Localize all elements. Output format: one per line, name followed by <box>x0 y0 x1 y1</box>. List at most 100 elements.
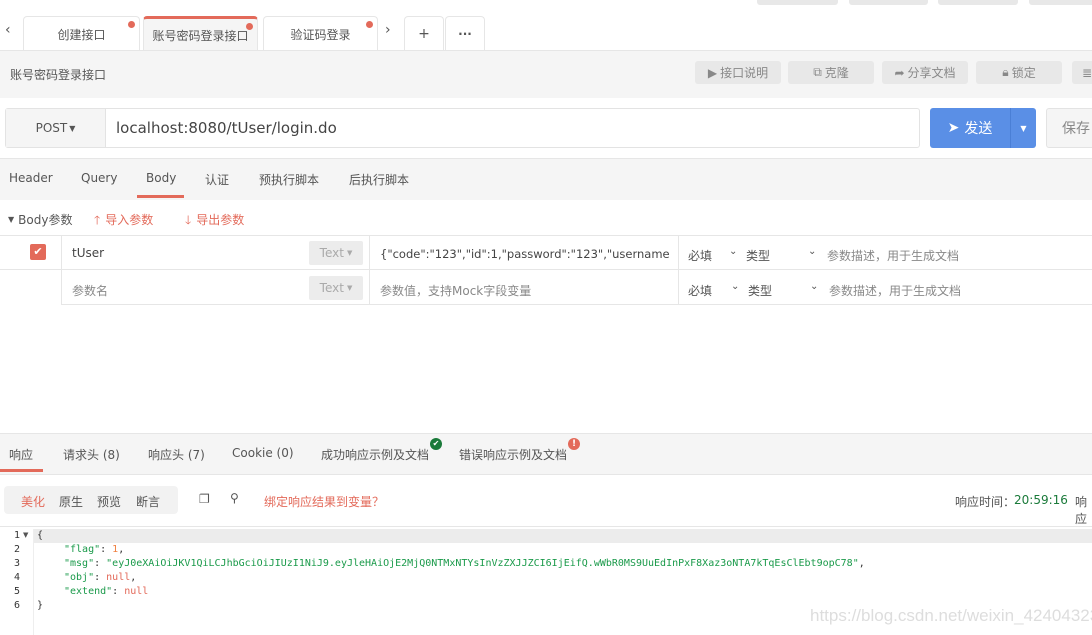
copy-icon[interactable]: ❐ <box>199 492 210 506</box>
button-label: 克隆 <box>824 66 849 80</box>
tab-create-api[interactable]: 创建接口 <box>23 16 140 51</box>
method-select[interactable]: POST ▼ <box>6 109 106 147</box>
tab-body[interactable]: Body <box>146 171 176 185</box>
top-button[interactable] <box>1029 0 1092 5</box>
tab-cookie[interactable]: Cookie (0) <box>232 446 294 460</box>
required-select[interactable]: 必填 <box>688 282 712 299</box>
tab-success-example[interactable]: 成功响应示例及文档 <box>321 446 429 463</box>
param-name[interactable]: tUser <box>72 246 104 260</box>
arrow-up-icon: 🡑 <box>94 213 101 227</box>
watermark: https://blog.csdn.net/weixin_42404323 <box>810 606 1092 625</box>
tab-header[interactable]: Header <box>9 171 53 185</box>
caret-down-icon: ▼ <box>69 123 76 133</box>
button-label: 导出参数 <box>196 213 245 227</box>
line-number: 6 <box>14 600 21 611</box>
chevron-down-icon: ⌄ <box>729 246 738 257</box>
param-value[interactable]: {"code":"123","id":1,"password":"123","u… <box>380 247 670 261</box>
active-tab-indicator <box>137 195 184 198</box>
caret-right-icon: ▶ <box>707 65 718 80</box>
datatype-select[interactable]: 类型 <box>746 247 770 264</box>
caret-down-icon: ▼ <box>1020 123 1027 133</box>
lock-icon: 🔒︎ <box>1002 65 1009 79</box>
paper-plane-icon: ➤ <box>947 120 960 136</box>
param-type-select[interactable]: Text ▼ <box>309 241 363 265</box>
json-line: { <box>37 530 44 541</box>
import-params-button[interactable]: 🡑 导入参数 <box>94 211 153 232</box>
tab-error-example[interactable]: 错误响应示例及文档 <box>459 446 567 463</box>
add-tab-button[interactable]: + <box>404 16 444 51</box>
tab-query[interactable]: Query <box>81 171 117 185</box>
line-number: 5 <box>14 586 21 597</box>
required-select[interactable]: 必填 <box>688 247 712 264</box>
tab-password-login[interactable]: 账号密码登录接口 <box>143 16 258 51</box>
chevron-down-icon: ⌄ <box>808 246 817 257</box>
param-type-select[interactable]: Text ▼ <box>309 276 363 300</box>
tab-prev-button[interactable]: ‹ <box>5 22 11 38</box>
datatype-select[interactable]: 类型 <box>748 282 772 299</box>
tab-response[interactable]: 响应 <box>9 446 33 463</box>
clone-button[interactable]: ⧉ 克隆 <box>788 61 874 84</box>
tab-captcha-login[interactable]: 验证码登录 <box>263 16 378 51</box>
send-options-dropdown[interactable]: ▼ <box>1010 108 1036 148</box>
type-label: Text <box>319 281 344 295</box>
tab-post-script[interactable]: 后执行脚本 <box>349 171 409 188</box>
param-description[interactable]: 参数描述，用于生成文档 <box>827 247 959 264</box>
view-assert[interactable]: 断言 <box>136 493 160 510</box>
send-button[interactable]: ➤ 发送 <box>930 108 1010 148</box>
tab-label: 账号密码登录接口 <box>152 28 249 43</box>
export-params-button[interactable]: 🡓 导出参数 <box>185 211 244 232</box>
share-doc-button[interactable]: ➦ 分享文档 <box>882 61 968 84</box>
tab-next-button[interactable]: › <box>385 22 391 38</box>
search-icon[interactable]: ⚲ <box>230 491 239 505</box>
param-description-input[interactable]: 参数描述，用于生成文档 <box>829 282 961 299</box>
copy-icon: ⧉ <box>813 65 822 79</box>
button-label: 导入参数 <box>105 213 154 227</box>
share-icon: ➦ <box>894 65 905 80</box>
api-doc-button[interactable]: ▶ 接口说明 <box>695 61 781 84</box>
body-params-toggle[interactable]: ▼ Body参数 <box>8 211 72 228</box>
top-button[interactable] <box>849 0 928 5</box>
error-circle-icon: ! <box>568 438 580 450</box>
json-line: "flag": 1, <box>64 544 125 555</box>
view-raw[interactable]: 原生 <box>59 493 83 510</box>
unsaved-dot <box>128 21 135 28</box>
lock-button[interactable]: 🔒︎ 锁定 <box>976 61 1062 84</box>
button-label: 接口说明 <box>720 66 769 80</box>
chevron-down-icon: ⌄ <box>810 281 819 292</box>
bind-response-link[interactable]: 绑定响应结果到变量？ <box>264 493 384 510</box>
tab-pre-script[interactable]: 预执行脚本 <box>259 171 319 188</box>
json-line: } <box>37 600 44 611</box>
button-label: 分享文档 <box>907 66 956 80</box>
method-label: POST <box>35 121 68 135</box>
tab-response-headers[interactable]: 响应头 (7) <box>148 446 205 463</box>
type-label: Text <box>319 246 344 260</box>
database-button[interactable]: ≣ <box>1072 61 1092 84</box>
more-tabs-button[interactable]: ··· <box>445 16 485 51</box>
tab-request-headers[interactable]: 请求头 (8) <box>63 446 120 463</box>
unsaved-dot <box>366 21 373 28</box>
view-pretty[interactable]: 美化 <box>21 493 45 510</box>
json-line: "extend": null <box>64 586 149 597</box>
save-button[interactable]: 保存 <box>1046 108 1092 148</box>
param-name-input[interactable]: 参数名 <box>72 282 108 299</box>
view-preview[interactable]: 预览 <box>97 493 121 510</box>
caret-down-icon: ▼ <box>8 215 15 224</box>
top-button[interactable] <box>938 0 1018 5</box>
send-label: 发送 <box>964 121 993 137</box>
check-circle-icon: ✔ <box>430 438 442 450</box>
active-line-highlight <box>33 529 1092 543</box>
top-button[interactable] <box>757 0 838 5</box>
unsaved-dot <box>246 23 253 30</box>
url-input[interactable] <box>110 110 915 146</box>
line-number: 1 <box>14 530 21 541</box>
param-checkbox[interactable]: ✔ <box>30 244 46 260</box>
json-line: "obj": null, <box>64 572 137 583</box>
tab-auth[interactable]: 认证 <box>205 171 229 188</box>
database-icon: ≣ <box>1081 65 1092 80</box>
param-value-input[interactable]: 参数值，支持Mock字段变量 <box>380 282 531 299</box>
arrow-down-icon: 🡓 <box>185 213 192 227</box>
response-extra-label: 响应 <box>1075 495 1088 526</box>
fold-icon[interactable]: ▼ <box>23 531 28 539</box>
active-tab-indicator <box>0 469 43 472</box>
tab-label: 创建接口 <box>57 27 106 42</box>
